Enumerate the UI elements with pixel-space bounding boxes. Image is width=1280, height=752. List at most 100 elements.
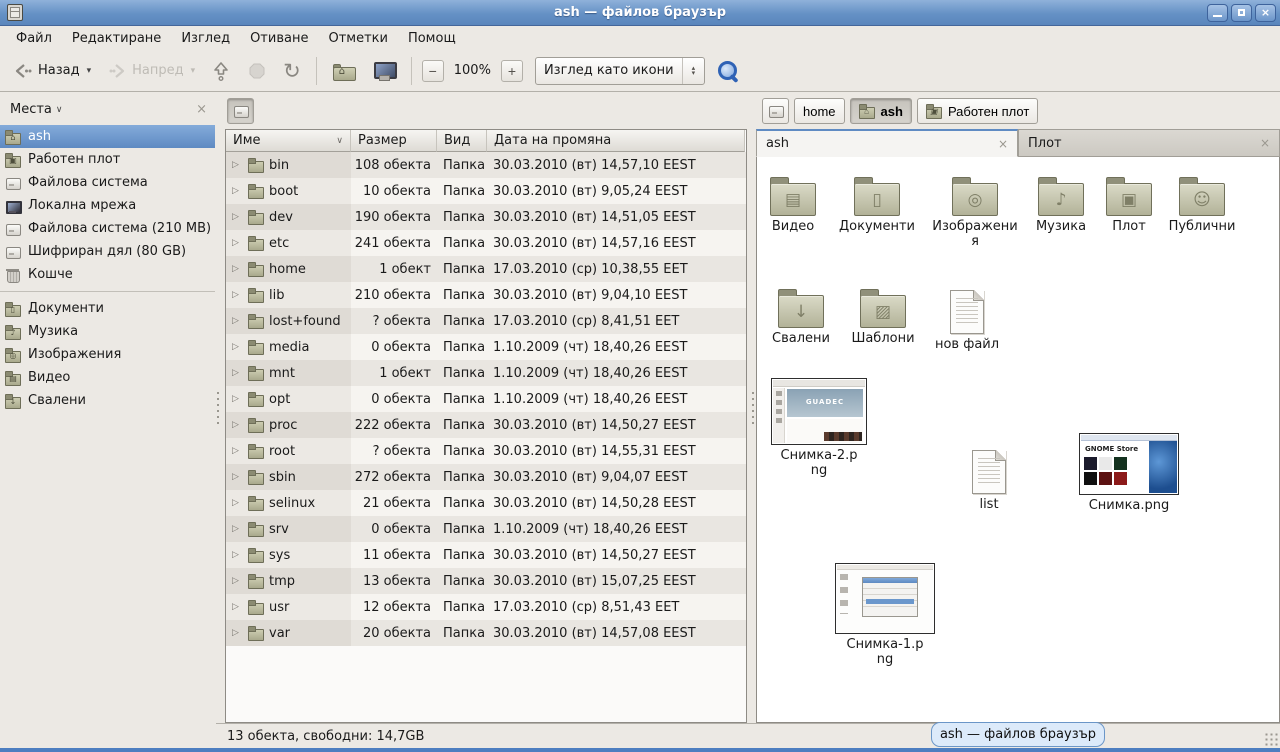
sidebar-item[interactable]: ⌂ash	[0, 125, 215, 148]
expander-icon[interactable]: ▷	[232, 238, 243, 248]
icon-view-item[interactable]: ◎Изображения	[931, 175, 1019, 249]
tab-close-icon[interactable]: ×	[998, 137, 1008, 151]
tab-close-icon[interactable]: ×	[1260, 136, 1270, 150]
sidebar-item[interactable]: Локална мрежа	[0, 194, 215, 217]
table-row[interactable]: ▷mnt1 обектПапка1.10.2009 (чт) 18,40,26 …	[226, 360, 746, 386]
menu-item-Отметки[interactable]: Отметки	[318, 28, 397, 49]
icon-view-item[interactable]: ☺Публични	[1158, 175, 1246, 234]
sidebar-item[interactable]: ▤Видео	[0, 366, 215, 389]
zoom-in-button[interactable]: +	[501, 60, 523, 82]
table-row[interactable]: ▷selinux21 обектаПапка30.03.2010 (вт) 14…	[226, 490, 746, 516]
expander-icon[interactable]: ▷	[232, 212, 243, 222]
sidebar-item[interactable]: Файлова система	[0, 171, 215, 194]
sidebar-item[interactable]: ♪Музика	[0, 320, 215, 343]
view-mode-spinner-icon[interactable]: ▴▾	[682, 58, 704, 84]
breadcrumb-ash[interactable]: ⌂ash	[850, 98, 912, 124]
icon-view-item[interactable]: list	[959, 447, 1019, 512]
sidebar-item[interactable]: ↓Свалени	[0, 389, 215, 412]
minimize-button[interactable]	[1207, 4, 1228, 22]
table-row[interactable]: ▷lost+found? обектаПапка17.03.2010 (ср) …	[226, 308, 746, 334]
sidebar-item[interactable]: ◎Изображения	[0, 343, 215, 366]
menu-item-Отиване[interactable]: Отиване	[240, 28, 318, 49]
icon-view-item[interactable]: Снимка-1.png	[845, 563, 925, 667]
column-header-1[interactable]: Размер	[351, 130, 437, 152]
table-row[interactable]: ▷opt0 обектаПапка1.10.2009 (чт) 18,40,26…	[226, 386, 746, 412]
sidebar-item[interactable]: ▯Документи	[0, 297, 215, 320]
expander-icon[interactable]: ▷	[232, 316, 243, 326]
expander-icon[interactable]: ▷	[232, 186, 243, 196]
reload-button[interactable]: ↻	[278, 57, 306, 85]
table-row[interactable]: ▷tmp13 обектаПапка30.03.2010 (вт) 15,07,…	[226, 568, 746, 594]
column-header-3[interactable]: Дата на промяна	[487, 130, 745, 152]
expander-icon[interactable]: ▷	[232, 628, 243, 638]
table-row[interactable]: ▷srv0 обектаПапка1.10.2009 (чт) 18,40,26…	[226, 516, 746, 542]
maximize-button[interactable]	[1231, 4, 1252, 22]
expander-icon[interactable]: ▷	[232, 446, 243, 456]
table-row[interactable]: ▷root? обектаПапка30.03.2010 (вт) 14,55,…	[226, 438, 746, 464]
table-row[interactable]: ▷etc241 обектаПапка30.03.2010 (вт) 14,57…	[226, 230, 746, 256]
table-row[interactable]: ▷dev190 обектаПапка30.03.2010 (вт) 14,51…	[226, 204, 746, 230]
breadcrumb-root[interactable]	[762, 98, 789, 124]
column-header-2[interactable]: Вид	[437, 130, 487, 152]
icon-view-item[interactable]: GNOME StoreСнимка.png	[1079, 433, 1179, 513]
table-row[interactable]: ▷media0 обектаПапка1.10.2009 (чт) 18,40,…	[226, 334, 746, 360]
sidebar-item[interactable]: Файлова система (210 MB)	[0, 217, 215, 240]
expander-icon[interactable]: ▷	[232, 160, 243, 170]
menu-item-Изглед[interactable]: Изглед	[171, 28, 240, 49]
forward-button[interactable]: Напред ▾	[102, 57, 200, 85]
titlebar[interactable]: ash — файлов браузър ×	[0, 0, 1280, 26]
pane-splitter[interactable]	[215, 93, 221, 723]
table-row[interactable]: ▷lib210 обектаПапка30.03.2010 (вт) 9,04,…	[226, 282, 746, 308]
tab-ash[interactable]: ash×	[756, 129, 1018, 157]
icon-view-item[interactable]: нов файл	[923, 287, 1011, 352]
computer-button[interactable]	[367, 57, 401, 85]
expander-icon[interactable]: ▷	[232, 342, 243, 352]
home-button[interactable]	[327, 58, 361, 84]
expander-icon[interactable]: ▷	[232, 264, 243, 274]
sidebar-close-icon[interactable]: ×	[196, 102, 207, 117]
menu-item-Файл[interactable]: Файл	[6, 28, 62, 49]
icon-view-item[interactable]: ▤Видео	[756, 175, 837, 234]
back-dropdown-icon[interactable]: ▾	[87, 66, 92, 76]
menu-item-Редактиране[interactable]: Редактиране	[62, 28, 171, 49]
sidebar-item[interactable]: Кошче	[0, 263, 215, 286]
breadcrumb-root[interactable]	[227, 98, 254, 124]
back-button[interactable]: Назад ▾	[8, 57, 96, 85]
places-caret-icon[interactable]: ∨	[56, 105, 63, 115]
table-row[interactable]: ▷bin108 обектаПапка30.03.2010 (вт) 14,57…	[226, 152, 746, 178]
stop-button[interactable]	[242, 57, 272, 85]
view-mode-select[interactable]: Изглед като икони ▴▾	[535, 57, 705, 85]
table-row[interactable]: ▷usr12 обектаПапка17.03.2010 (ср) 8,51,4…	[226, 594, 746, 620]
breadcrumb-Работен плот[interactable]: ▣Работен плот	[917, 98, 1038, 124]
expander-icon[interactable]: ▷	[232, 602, 243, 612]
table-row[interactable]: ▷home1 обектПапка17.03.2010 (ср) 10,38,5…	[226, 256, 746, 282]
table-row[interactable]: ▷proc222 обектаПапка30.03.2010 (вт) 14,5…	[226, 412, 746, 438]
sidebar-item[interactable]: Шифриран дял (80 GB)	[0, 240, 215, 263]
zoom-out-button[interactable]: −	[422, 60, 444, 82]
icon-view-item[interactable]: ▯Документи	[833, 175, 921, 234]
breadcrumb-home[interactable]: home	[794, 98, 845, 124]
places-title[interactable]: Места	[10, 102, 52, 117]
icon-view-item[interactable]: ↓Свалени	[757, 287, 845, 346]
expander-icon[interactable]: ▷	[232, 498, 243, 508]
expander-icon[interactable]: ▷	[232, 472, 243, 482]
close-button[interactable]: ×	[1255, 4, 1276, 22]
expander-icon[interactable]: ▷	[232, 576, 243, 586]
tab-Плот[interactable]: Плот×	[1018, 129, 1280, 157]
icon-view[interactable]: ▤Видео▯Документи◎Изображения♪Музика▣Плот…	[756, 157, 1280, 723]
menu-item-Помощ[interactable]: Помощ	[398, 28, 466, 49]
expander-icon[interactable]: ▷	[232, 550, 243, 560]
table-row[interactable]: ▷var20 обектаПапка30.03.2010 (вт) 14,57,…	[226, 620, 746, 646]
column-header-0[interactable]: Име∨	[226, 130, 351, 152]
expander-icon[interactable]: ▷	[232, 368, 243, 378]
table-row[interactable]: ▷sbin272 обектаПапка30.03.2010 (вт) 9,04…	[226, 464, 746, 490]
table-row[interactable]: ▷sys11 обектаПапка30.03.2010 (вт) 14,50,…	[226, 542, 746, 568]
expander-icon[interactable]: ▷	[232, 394, 243, 404]
expander-icon[interactable]: ▷	[232, 524, 243, 534]
forward-dropdown-icon[interactable]: ▾	[191, 66, 196, 76]
table-row[interactable]: ▷boot10 обектаПапка30.03.2010 (вт) 9,05,…	[226, 178, 746, 204]
icon-view-item[interactable]: GUADECСнимка-2.png	[779, 378, 859, 478]
expander-icon[interactable]: ▷	[232, 420, 243, 430]
search-button[interactable]	[711, 55, 745, 87]
sidebar-item[interactable]: ▣Работен плот	[0, 148, 215, 171]
